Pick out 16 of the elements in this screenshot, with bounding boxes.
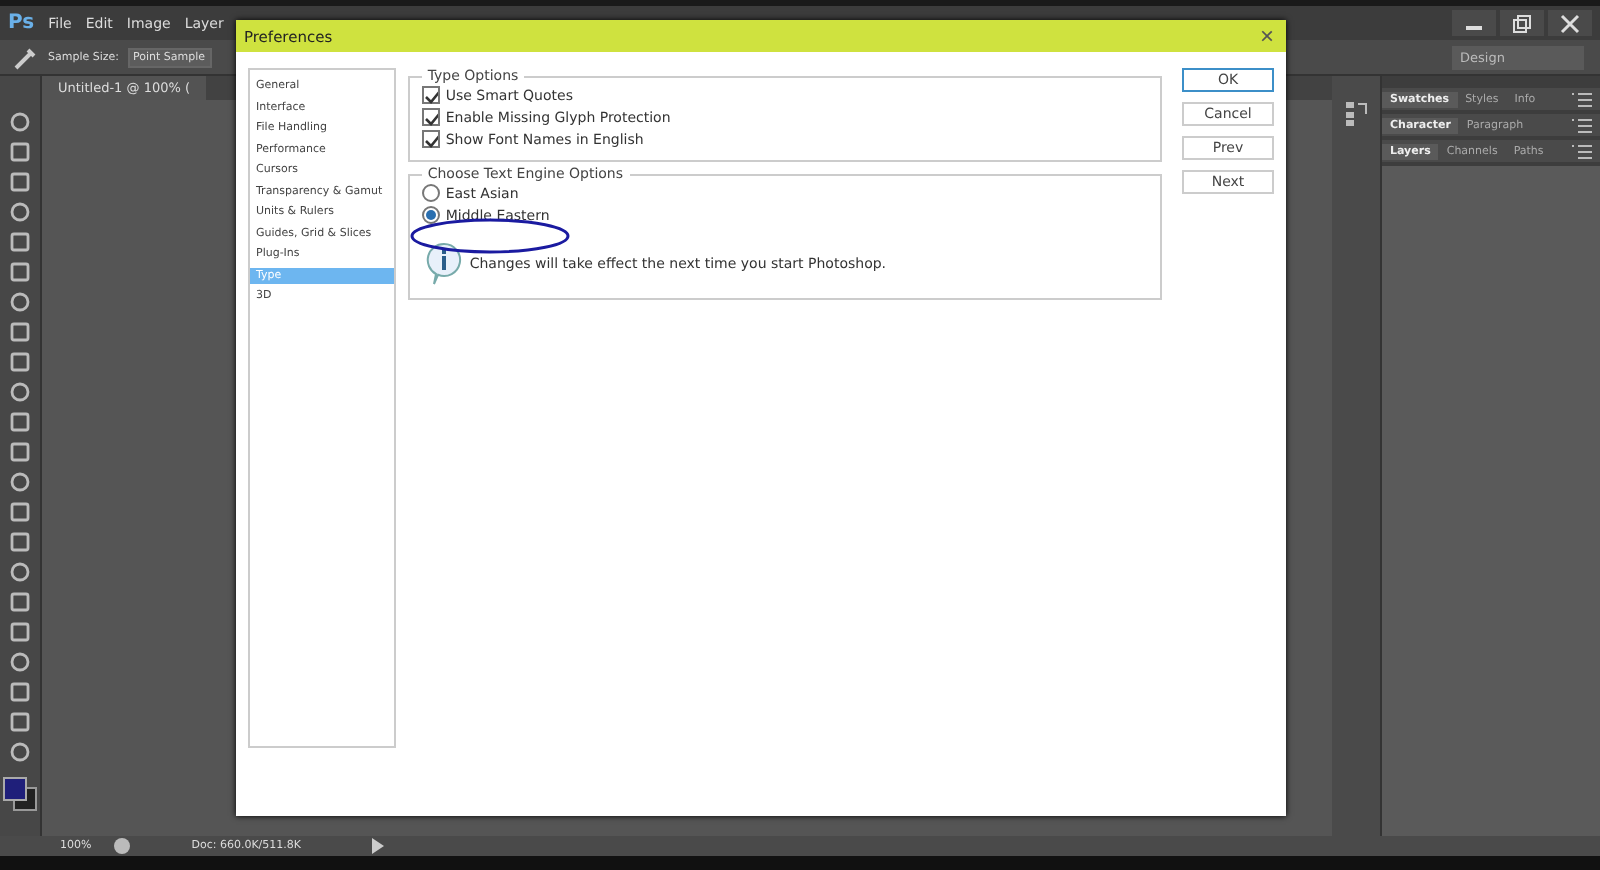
checkbox[interactable] — [421, 86, 440, 104]
close-icon[interactable] — [1548, 10, 1592, 36]
close-button[interactable]: × — [1259, 24, 1274, 48]
eyedropper-icon[interactable] — [12, 43, 40, 71]
info-icon — [425, 242, 462, 286]
panel-icon[interactable] — [1344, 100, 1368, 128]
radio-button[interactable] — [421, 184, 440, 202]
radio-button[interactable] — [421, 206, 440, 224]
checkbox[interactable] — [421, 130, 440, 148]
color-swatches-icon[interactable] — [2, 776, 38, 812]
checkbox[interactable] — [421, 108, 440, 126]
play-icon[interactable] — [371, 838, 384, 854]
minimize-icon[interactable] — [1452, 10, 1496, 36]
app-logo[interactable]: Ps — [8, 12, 35, 34]
restore-icon[interactable] — [1500, 10, 1544, 36]
status-icon[interactable] — [111, 836, 132, 856]
